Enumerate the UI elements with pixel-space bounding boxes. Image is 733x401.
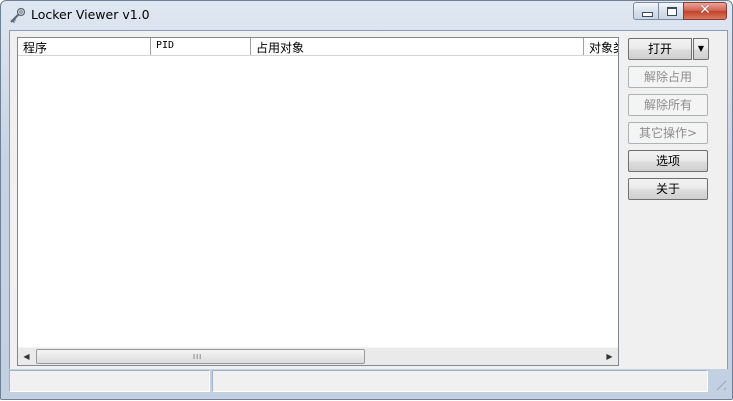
app-window: Locker Viewer v1.0 ✕ 程序 PID 占用对象 对象类 ◀ [0, 0, 733, 400]
minimize-icon [642, 12, 653, 17]
close-button[interactable]: ✕ [683, 2, 727, 20]
title-bar[interactable]: Locker Viewer v1.0 ✕ [1, 1, 732, 29]
open-dropdown-button[interactable]: ▼ [693, 38, 709, 60]
unlock-button[interactable]: 解除占用 [628, 66, 708, 88]
options-button[interactable]: 选项 [628, 150, 708, 172]
status-panel-left [9, 370, 210, 392]
column-header-locked-object[interactable]: 占用对象 [251, 38, 584, 55]
column-header-program[interactable]: 程序 [18, 38, 151, 55]
close-icon: ✕ [699, 2, 711, 18]
about-button[interactable]: 关于 [628, 178, 708, 200]
maximize-button[interactable] [658, 2, 684, 20]
scroll-grip-icon: III [193, 353, 203, 361]
scroll-right-icon[interactable]: ▶ [601, 348, 618, 365]
resize-grip-icon[interactable] [712, 376, 726, 390]
unlock-all-button[interactable]: 解除所有 [628, 94, 708, 116]
chevron-down-icon: ▼ [697, 44, 705, 53]
window-controls: ✕ [633, 2, 727, 20]
key-icon [8, 7, 26, 25]
client-area: 程序 PID 占用对象 对象类 ◀ III ▶ 打开 ▼ 解除占用 解除所有 其… [9, 30, 728, 369]
other-operations-button[interactable]: 其它操作> [628, 122, 708, 144]
process-list[interactable]: 程序 PID 占用对象 对象类 ◀ III ▶ [17, 37, 619, 366]
window-title: Locker Viewer v1.0 [31, 7, 150, 22]
scroll-left-icon[interactable]: ◀ [18, 348, 35, 365]
maximize-icon [667, 7, 677, 16]
column-header-object-type[interactable]: 对象类 [584, 38, 618, 55]
scroll-thumb[interactable]: III [36, 349, 365, 364]
open-button[interactable]: 打开 [628, 38, 692, 60]
horizontal-scrollbar[interactable]: ◀ III ▶ [18, 347, 618, 365]
list-header: 程序 PID 占用对象 对象类 [18, 38, 618, 56]
minimize-button[interactable] [633, 2, 659, 20]
status-bar [1, 368, 733, 401]
column-header-pid[interactable]: PID [151, 38, 251, 55]
status-panel-right [212, 370, 708, 392]
